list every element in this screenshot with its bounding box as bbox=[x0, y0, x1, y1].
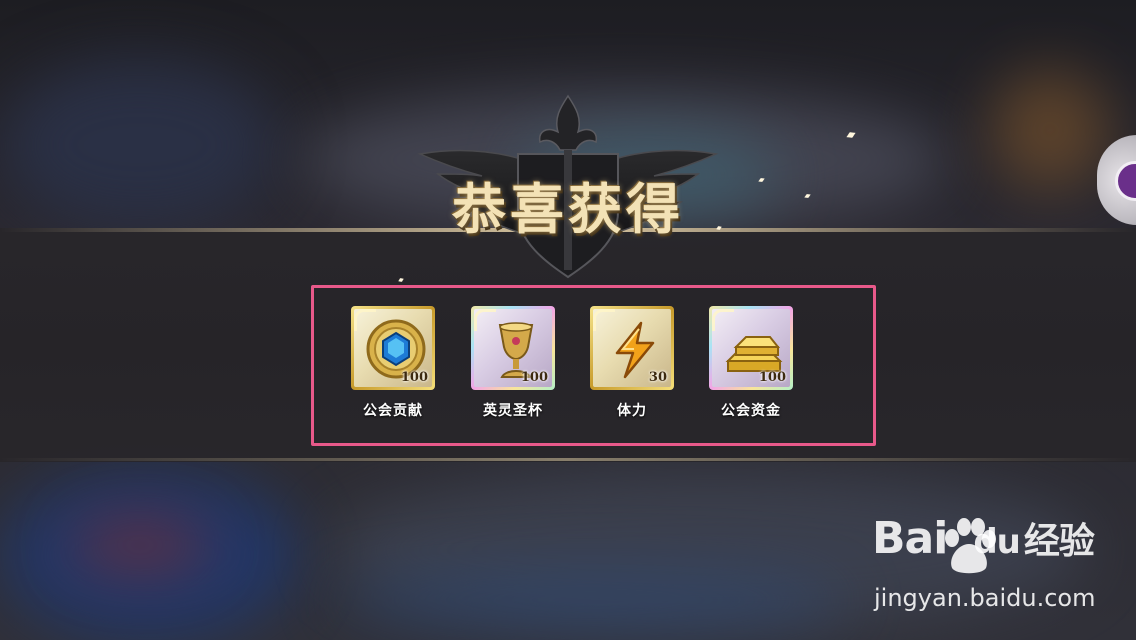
baidu-paw-icon bbox=[945, 518, 996, 574]
reward-quantity: 30 bbox=[648, 370, 667, 385]
reward-item-guild-contribution[interactable]: 100 公会贡献 bbox=[351, 306, 435, 420]
reward-item-stamina[interactable]: 30 体力 bbox=[590, 306, 674, 420]
reward-title: 恭喜获得 bbox=[452, 177, 684, 241]
banner-bottom-divider bbox=[0, 458, 1136, 461]
reward-quantity: 100 bbox=[520, 370, 548, 385]
baidu-jingyan-watermark: Bai du 经验 jingyan.baidu.com bbox=[868, 512, 1118, 622]
reward-label: 公会贡献 bbox=[363, 403, 423, 419]
reward-item-holy-grail[interactable]: 100 英灵圣杯 bbox=[471, 306, 555, 420]
watermark-url: jingyan.baidu.com bbox=[874, 584, 1096, 612]
reward-label: 体力 bbox=[617, 403, 647, 419]
reward-icon-frame: 100 bbox=[351, 306, 435, 390]
reward-icon-frame: 100 bbox=[709, 306, 793, 390]
reward-icon-frame: 100 bbox=[471, 306, 555, 390]
reward-item-guild-funds[interactable]: 100 公会资金 bbox=[709, 306, 793, 420]
reward-icon-frame: 30 bbox=[590, 306, 674, 390]
reward-label: 英灵圣杯 bbox=[483, 403, 543, 419]
reward-quantity: 100 bbox=[758, 370, 786, 385]
reward-label: 公会资金 bbox=[721, 403, 781, 419]
reward-quantity: 100 bbox=[400, 370, 428, 385]
